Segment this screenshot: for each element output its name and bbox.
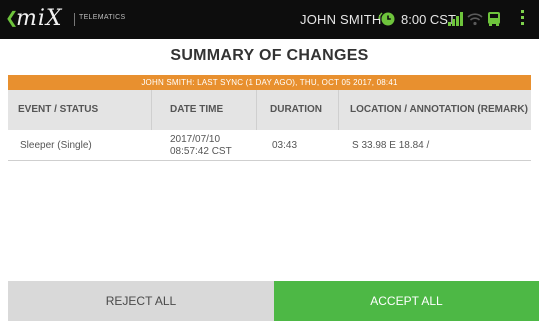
column-header-location: LOCATION / ANNOTATION (REMARK): [350, 104, 528, 115]
cell-duration: 03:43: [272, 140, 298, 151]
bus-icon: [488, 12, 500, 26]
cell-date: 2017/07/10: [170, 134, 221, 145]
logo-divider: [74, 13, 75, 26]
table-row[interactable]: Sleeper (Single) 2017/07/10 08:57:42 CST…: [8, 130, 531, 161]
column-divider: [151, 90, 152, 130]
user-name[interactable]: JOHN SMITH: [300, 12, 381, 27]
reject-all-button[interactable]: REJECT ALL: [8, 281, 274, 321]
clock-icon: [378, 12, 395, 26]
column-header-event: EVENT / STATUS: [18, 104, 99, 115]
cell-event: Sleeper (Single): [20, 140, 92, 151]
column-header-date: DATE TIME: [170, 104, 224, 115]
cell-location: S 33.98 E 18.84 /: [352, 140, 430, 151]
app-logo: miX: [16, 6, 63, 31]
cell-time: 08:57:42 CST: [170, 146, 232, 157]
accept-all-button[interactable]: ACCEPT ALL: [274, 281, 539, 321]
sync-banner: JOHN SMITH: LAST SYNC (1 DAY AGO), THU, …: [8, 75, 531, 90]
page-title: SUMMARY OF CHANGES: [170, 47, 369, 64]
top-bar: ❮ miX TELEMATICS JOHN SMITH 8:00 CST: [0, 0, 539, 39]
signal-icon: [448, 12, 463, 26]
table-empty-area: [8, 161, 531, 281]
table-header: EVENT / STATUS DATE TIME DURATION LOCATI…: [8, 90, 531, 130]
logo-subtitle: TELEMATICS: [79, 14, 126, 21]
menu-icon[interactable]: [517, 10, 527, 28]
column-divider: [338, 90, 339, 130]
column-divider: [256, 90, 257, 130]
wifi-icon: [467, 13, 483, 26]
column-header-duration: DURATION: [270, 104, 323, 115]
